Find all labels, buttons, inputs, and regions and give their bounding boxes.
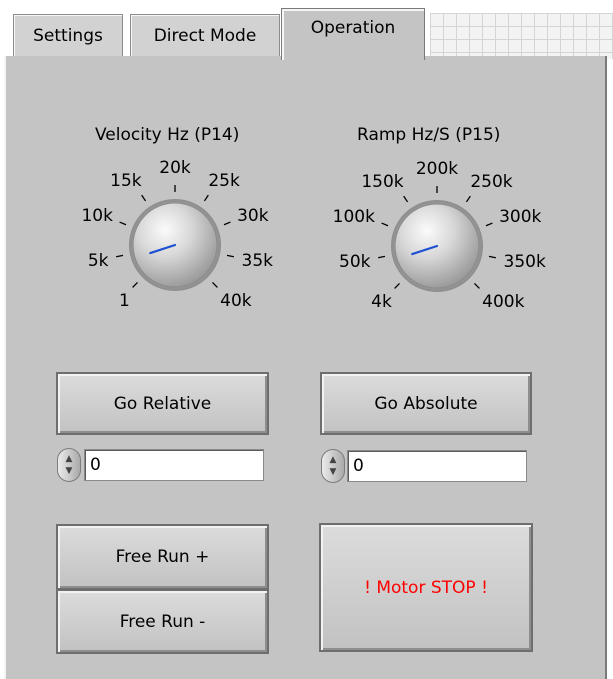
- tab-settings-label: Settings: [33, 25, 103, 46]
- ramp-knob-scale-label: 400k: [482, 292, 524, 312]
- free-run-plus-label: Free Run +: [115, 547, 210, 567]
- absolute-value-field[interactable]: 0: [347, 450, 527, 482]
- ramp-knob-scale-label: 350k: [504, 252, 546, 272]
- ramp-knob-scale-label: 200k: [416, 159, 458, 179]
- velocity-knob-scale-label: 15k: [110, 171, 142, 191]
- free-run-minus-label: Free Run -: [119, 611, 206, 632]
- ramp-knob-title: Ramp Hz/S (P15): [357, 125, 501, 145]
- free-run-minus-button[interactable]: Free Run -: [56, 589, 269, 654]
- ramp-knob-scale-label: 150k: [361, 172, 403, 192]
- go-absolute-label: Go Absolute: [374, 393, 478, 414]
- tab-direct-mode-label: Direct Mode: [153, 25, 257, 46]
- operation-window: Settings Direct Mode Operation Velocity …: [0, 0, 613, 679]
- velocity-knob-scale-label: 5k: [88, 251, 109, 271]
- motor-stop-label: ! Motor STOP !: [364, 577, 488, 598]
- go-relative-button[interactable]: Go Relative: [56, 372, 269, 435]
- tab-direct-mode[interactable]: Direct Mode: [130, 14, 280, 56]
- decrement-arrow-icon[interactable]: ▼: [63, 465, 75, 477]
- go-relative-label: Go Relative: [113, 393, 212, 414]
- velocity-knob-scale-label: 1: [119, 291, 130, 311]
- ramp-knob-scale-label: 100k: [333, 207, 375, 227]
- tab-strip-empty-area: [430, 13, 613, 59]
- tab-operation-label: Operation: [310, 18, 396, 38]
- velocity-knob-scale-label: 40k: [220, 291, 252, 311]
- velocity-knob-scale-label: 30k: [237, 206, 269, 226]
- motor-stop-button[interactable]: ! Motor STOP !: [319, 523, 533, 652]
- go-absolute-button[interactable]: Go Absolute: [320, 372, 532, 435]
- free-run-plus-button[interactable]: Free Run +: [56, 524, 269, 590]
- ramp-knob-scale-label: 300k: [499, 207, 541, 227]
- velocity-knob-scale-label: 35k: [242, 251, 274, 271]
- velocity-knob-title: Velocity Hz (P14): [95, 125, 240, 145]
- ramp-knob-scale-label: 50k: [339, 252, 371, 272]
- ramp-knob-scale-label: 4k: [371, 292, 392, 312]
- increment-arrow-icon[interactable]: ▲: [327, 454, 339, 466]
- velocity-knob-scale-label: 10k: [81, 206, 113, 226]
- tab-operation[interactable]: Operation: [281, 8, 425, 60]
- velocity-knob-scale-label: 25k: [208, 171, 240, 191]
- velocity-knob-scale-label: 20k: [159, 158, 191, 178]
- relative-value-field[interactable]: 0: [84, 449, 264, 481]
- increment-arrow-icon[interactable]: ▲: [63, 453, 75, 465]
- absolute-increment-stepper[interactable]: ▲ ▼: [321, 449, 345, 483]
- decrement-arrow-icon[interactable]: ▼: [327, 466, 339, 478]
- relative-increment-stepper[interactable]: ▲ ▼: [57, 448, 81, 482]
- ramp-knob-scale-label: 250k: [470, 172, 512, 192]
- tab-settings[interactable]: Settings: [13, 14, 123, 56]
